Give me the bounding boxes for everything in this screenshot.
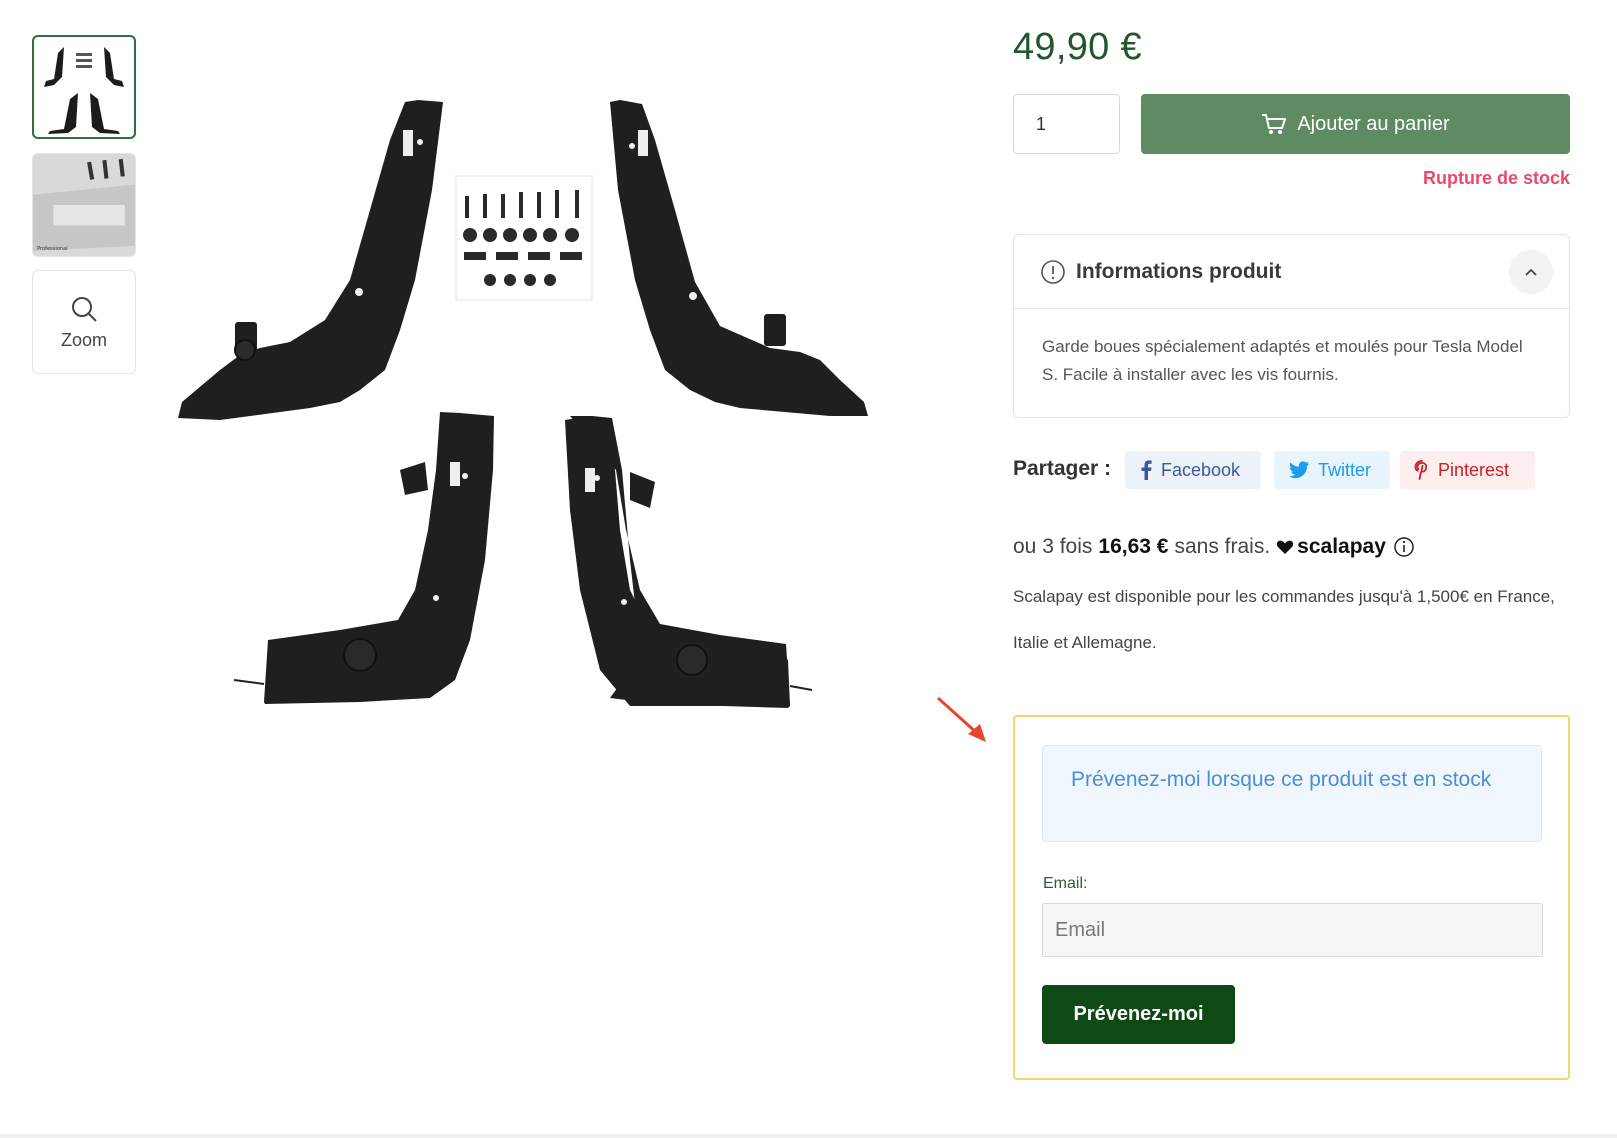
product-info-header[interactable]: Informations produit: [1014, 235, 1569, 309]
cart-icon: [1262, 114, 1287, 134]
chevron-up-icon: [1525, 268, 1537, 276]
arrow-icon: [936, 696, 986, 742]
installation-thumbnail-image: Professional: [33, 154, 135, 256]
scalapay-offer: ou 3 fois 16,63 € sans frais. scalapay: [1013, 535, 1415, 559]
thumbnail-2[interactable]: Professional: [32, 153, 136, 257]
email-label: Email:: [1043, 875, 1088, 892]
share-facebook-button[interactable]: Facebook: [1125, 451, 1261, 489]
email-input[interactable]: [1042, 903, 1543, 957]
stock-status: Rupture de stock: [1422, 168, 1570, 188]
notify-message: Prévenez-moi lorsque ce produit est en s…: [1042, 745, 1542, 842]
scalapay-info-icon[interactable]: [1393, 536, 1415, 558]
facebook-icon: [1141, 460, 1152, 480]
thumbnail-1[interactable]: [32, 35, 136, 139]
product-info-accordion: Informations produit Garde boues spécial…: [1013, 234, 1570, 418]
scalapay-logo: scalapay: [1276, 535, 1386, 559]
twitter-label: Twitter: [1318, 459, 1372, 480]
zoom-button[interactable]: Zoom: [32, 270, 136, 374]
scalapay-amount: 16,63 €: [1098, 535, 1169, 558]
share-pinterest-button[interactable]: Pinterest: [1400, 451, 1535, 489]
pinterest-icon: [1414, 460, 1428, 480]
scalapay-suffix: sans frais.: [1174, 535, 1271, 558]
product-main-image: [178, 100, 868, 708]
search-icon: [72, 296, 97, 322]
product-info-title: Informations produit: [1076, 259, 1282, 283]
collapse-button[interactable]: [1509, 250, 1553, 294]
product-info-text: Garde boues spécialement adaptés et moul…: [1042, 337, 1523, 384]
thumb2-caption: Professional: [37, 246, 68, 252]
zoom-label: Zoom: [60, 329, 107, 350]
scalapay-brand: scalapay: [1297, 535, 1386, 558]
pinterest-label: Pinterest: [1438, 459, 1510, 480]
share-twitter-button[interactable]: Twitter: [1274, 451, 1390, 489]
heart-icon: [1276, 540, 1294, 554]
facebook-label: Facebook: [1161, 459, 1241, 480]
footer-divider: [0, 1134, 1617, 1138]
back-in-stock-form: Prévenez-moi lorsque ce produit est en s…: [1013, 715, 1570, 1080]
add-to-cart-label: Ajouter au panier: [1297, 112, 1450, 135]
quantity-input[interactable]: [1013, 94, 1120, 154]
info-circle-icon: [1041, 259, 1065, 284]
scalapay-prefix: ou 3 fois: [1013, 535, 1093, 558]
product-price: 49,90 €: [1013, 26, 1142, 68]
add-to-cart-button[interactable]: Ajouter au panier: [1141, 94, 1570, 154]
share-label: Partager :: [1013, 457, 1112, 480]
mudflaps-thumbnail-image: [44, 47, 124, 134]
notify-me-button[interactable]: Prévenez-moi: [1042, 985, 1235, 1044]
scalapay-info-text: Scalapay est disponible pour les command…: [1013, 587, 1555, 652]
twitter-icon: [1288, 461, 1309, 479]
